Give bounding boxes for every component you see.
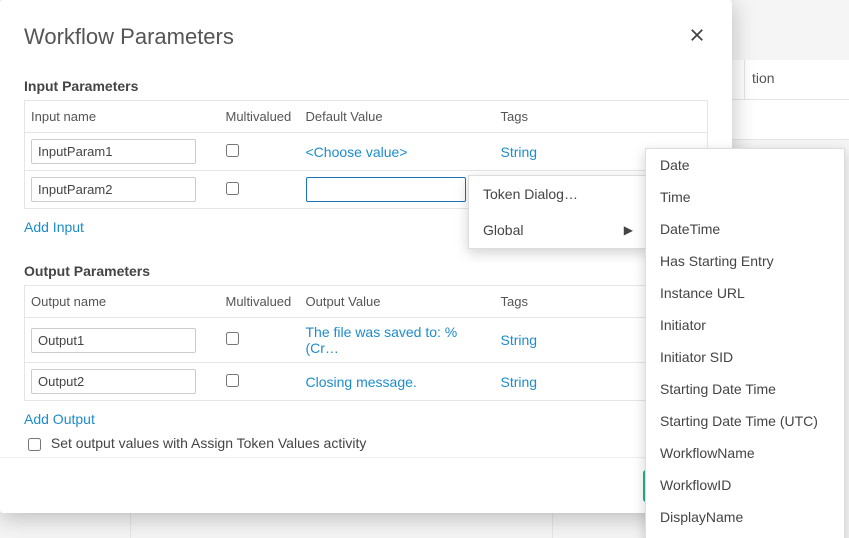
- tag-link[interactable]: String: [501, 332, 538, 348]
- output-name-field[interactable]: [31, 369, 196, 394]
- submenu-item-label: DisplayName: [660, 509, 743, 525]
- set-output-values-label: Set output values with Assign Token Valu…: [51, 435, 366, 451]
- app-area: tion Workflow Parameters Input Parameter…: [0, 0, 849, 538]
- menu-item-label: Global: [483, 222, 523, 238]
- col-output-value: Output Value: [300, 286, 495, 318]
- token-context-menu: Token Dialog… Global ▶: [468, 175, 648, 249]
- multivalued-checkbox[interactable]: [226, 374, 239, 387]
- submenu-item-label: Time: [660, 189, 691, 205]
- output-name-field[interactable]: [31, 328, 196, 353]
- submenu-item[interactable]: Has Starting Entry: [646, 245, 844, 277]
- table-row: Closing message. String: [25, 363, 708, 401]
- set-output-option-row: Set output values with Assign Token Valu…: [24, 435, 708, 454]
- submenu-item-label: Starting Date Time (UTC): [660, 413, 818, 429]
- col-input-name: Input name: [25, 101, 220, 133]
- multivalued-checkbox[interactable]: [226, 182, 239, 195]
- submenu-item-label: WorkflowID: [660, 477, 731, 493]
- submenu-item[interactable]: DateTime: [646, 213, 844, 245]
- menu-item-label: Token Dialog…: [483, 186, 578, 202]
- background-header-fragment: tion: [752, 70, 775, 86]
- output-parameters-heading: Output Parameters: [24, 263, 708, 279]
- output-value-link[interactable]: Closing message.: [306, 374, 417, 390]
- submenu-item-label: WorkflowName: [660, 445, 755, 461]
- submenu-item[interactable]: Instance URL: [646, 277, 844, 309]
- submenu-item-label: Initiator SID: [660, 349, 733, 365]
- submenu-item[interactable]: Initiator SID: [646, 341, 844, 373]
- table-row: <Choose value> String: [25, 133, 708, 171]
- col-tags: Tags: [495, 101, 708, 133]
- set-output-values-checkbox[interactable]: [28, 438, 41, 451]
- workflow-parameters-dialog: Workflow Parameters Input Parameters Inp…: [0, 0, 732, 513]
- menu-item-global[interactable]: Global ▶: [469, 212, 647, 248]
- submenu-item[interactable]: DisplayName: [646, 501, 844, 533]
- output-value-link[interactable]: The file was saved to: %(Cr…: [306, 324, 458, 356]
- multivalued-checkbox[interactable]: [226, 332, 239, 345]
- dialog-footer: OK: [0, 457, 732, 513]
- table-row: The file was saved to: %(Cr… String: [25, 318, 708, 363]
- submenu-item[interactable]: WorkflowID: [646, 469, 844, 501]
- input-name-field[interactable]: [31, 177, 196, 202]
- submenu-item[interactable]: WorkflowVersion: [646, 533, 844, 538]
- tag-link[interactable]: String: [501, 374, 538, 390]
- input-parameters-heading: Input Parameters: [24, 78, 708, 94]
- output-parameters-table: Output name Multivalued Output Value Tag…: [24, 285, 708, 401]
- dialog-title: Workflow Parameters: [24, 24, 708, 50]
- submenu-item-label: Date: [660, 157, 690, 173]
- submenu-item[interactable]: Starting Date Time (UTC): [646, 405, 844, 437]
- default-value-link[interactable]: <Choose value>: [306, 144, 408, 160]
- submenu-item-label: Has Starting Entry: [660, 253, 774, 269]
- submenu-item[interactable]: WorkflowName: [646, 437, 844, 469]
- submenu-item[interactable]: Initiator: [646, 309, 844, 341]
- col-default-value: Default Value: [300, 101, 495, 133]
- col-multivalued: Multivalued: [220, 101, 300, 133]
- default-value-input[interactable]: [306, 177, 466, 202]
- add-output-link[interactable]: Add Output: [24, 411, 95, 427]
- submenu-item[interactable]: Starting Date Time: [646, 373, 844, 405]
- col-output-name: Output name: [25, 286, 220, 318]
- menu-item-token-dialog[interactable]: Token Dialog…: [469, 176, 647, 212]
- add-input-link[interactable]: Add Input: [24, 219, 84, 235]
- multivalued-checkbox[interactable]: [226, 144, 239, 157]
- chevron-right-icon: ▶: [624, 223, 633, 237]
- col-multivalued: Multivalued: [220, 286, 300, 318]
- submenu-item[interactable]: Time: [646, 181, 844, 213]
- submenu-item-label: Starting Date Time: [660, 381, 776, 397]
- tag-link[interactable]: String: [501, 144, 538, 160]
- submenu-item[interactable]: Date: [646, 149, 844, 181]
- global-submenu: Date Time DateTime Has Starting Entry In…: [645, 148, 845, 538]
- submenu-item-label: Instance URL: [660, 285, 745, 301]
- submenu-item-label: Initiator: [660, 317, 706, 333]
- close-icon[interactable]: [688, 26, 706, 44]
- submenu-item-label: DateTime: [660, 221, 720, 237]
- input-name-field[interactable]: [31, 139, 196, 164]
